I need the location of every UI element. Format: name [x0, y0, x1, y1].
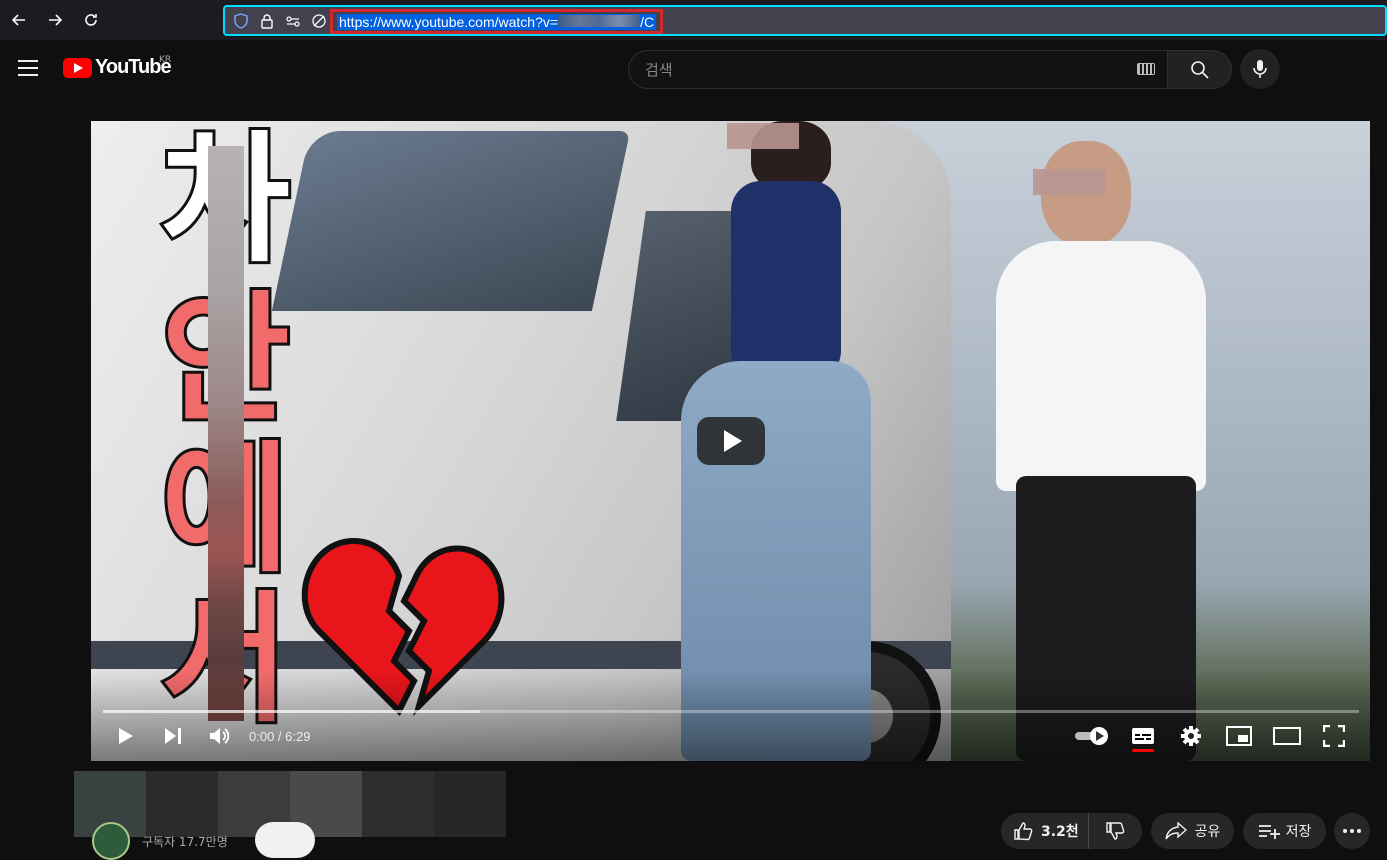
- theater-mode-icon: [1273, 727, 1301, 745]
- lock-icon[interactable]: [259, 13, 275, 29]
- share-icon: [1164, 822, 1187, 840]
- forward-icon[interactable]: [38, 3, 72, 37]
- subscribe-button[interactable]: [255, 822, 315, 858]
- playlist-add-icon: [1258, 825, 1280, 839]
- man-shirt: [996, 241, 1206, 491]
- autoplay-blocked-icon[interactable]: [311, 13, 327, 29]
- controls-gradient: [91, 671, 1370, 761]
- gear-icon: [1181, 726, 1201, 746]
- play-button[interactable]: [115, 724, 137, 748]
- like-count: 3.2천: [1041, 824, 1079, 840]
- search-button[interactable]: [1168, 50, 1232, 89]
- miniplayer-icon: [1226, 726, 1252, 746]
- share-button[interactable]: 공유: [1151, 813, 1234, 849]
- save-label: 저장: [1285, 824, 1312, 840]
- hamburger-menu-icon[interactable]: [18, 60, 38, 76]
- more-icon-dot: [1357, 829, 1361, 833]
- volume-icon: [210, 728, 230, 744]
- more-icon-dot: [1350, 829, 1354, 833]
- play-icon: [119, 728, 133, 744]
- face-redaction: [727, 123, 799, 149]
- thumbs-up-icon: [1014, 822, 1033, 841]
- video-player[interactable]: 차 안 에 서 0:00 / 6:29: [91, 121, 1370, 761]
- thumbs-down-icon: [1106, 822, 1125, 840]
- tracking-shield-icon[interactable]: [233, 12, 249, 29]
- fullscreen-icon: [1323, 725, 1345, 747]
- browser-toolbar: https://www.youtube.com/watch?v=/C: [0, 0, 1387, 40]
- miniplayer-button[interactable]: [1226, 724, 1252, 748]
- fullscreen-button[interactable]: [1323, 724, 1345, 748]
- time-display: 0:00 / 6:29: [249, 729, 311, 744]
- subscriber-count: 구독자 17.7만명: [142, 835, 228, 849]
- buffered-progress: [103, 710, 480, 713]
- back-icon[interactable]: [2, 3, 36, 37]
- youtube-logo[interactable]: YouTube: [63, 56, 172, 79]
- address-bar[interactable]: https://www.youtube.com/watch?v=/C: [223, 5, 1387, 36]
- youtube-play-logo-icon: [63, 57, 92, 78]
- search-input[interactable]: [645, 60, 1125, 79]
- like-dislike-group: 3.2천: [1001, 813, 1142, 849]
- mute-button[interactable]: [208, 724, 232, 748]
- voice-search-button[interactable]: [1240, 49, 1280, 89]
- progress-bar[interactable]: [103, 710, 1359, 713]
- region-code: KR: [159, 55, 172, 65]
- settings-button[interactable]: [1180, 724, 1202, 748]
- permissions-icon[interactable]: [285, 13, 301, 29]
- reload-icon[interactable]: [74, 3, 108, 37]
- save-button[interactable]: 저장: [1243, 813, 1326, 849]
- woman-shirt: [731, 181, 841, 381]
- next-button[interactable]: [162, 724, 184, 748]
- microphone-icon: [1253, 60, 1267, 78]
- like-button[interactable]: 3.2천: [1001, 813, 1089, 849]
- skip-next-icon: [165, 728, 181, 744]
- autoplay-toggle-icon: [1075, 727, 1108, 745]
- more-actions-button[interactable]: [1334, 813, 1370, 849]
- url-highlight: https://www.youtube.com/watch?v=/C: [330, 9, 664, 34]
- car-window: [271, 131, 631, 311]
- theater-mode-button[interactable]: [1273, 724, 1301, 748]
- captions-active-indicator: [1132, 749, 1154, 752]
- keyboard-icon[interactable]: [1137, 63, 1155, 75]
- search-box[interactable]: [628, 50, 1168, 89]
- dislike-button[interactable]: [1089, 813, 1141, 849]
- share-label: 공유: [1194, 824, 1221, 840]
- face-redaction: [1033, 169, 1105, 195]
- subtitles-icon: [1132, 728, 1154, 744]
- large-play-button[interactable]: [697, 417, 765, 465]
- search-icon: [1190, 60, 1209, 79]
- more-icon-dot: [1343, 829, 1347, 833]
- url-redaction: [558, 14, 641, 27]
- url-text: https://www.youtube.com/watch?v=/C: [337, 13, 657, 30]
- youtube-masthead: YouTube KR: [0, 40, 1387, 98]
- autoplay-toggle[interactable]: [1074, 724, 1110, 748]
- pixelated-redaction: [208, 146, 244, 721]
- captions-button[interactable]: [1131, 724, 1155, 748]
- channel-avatar[interactable]: [92, 822, 130, 860]
